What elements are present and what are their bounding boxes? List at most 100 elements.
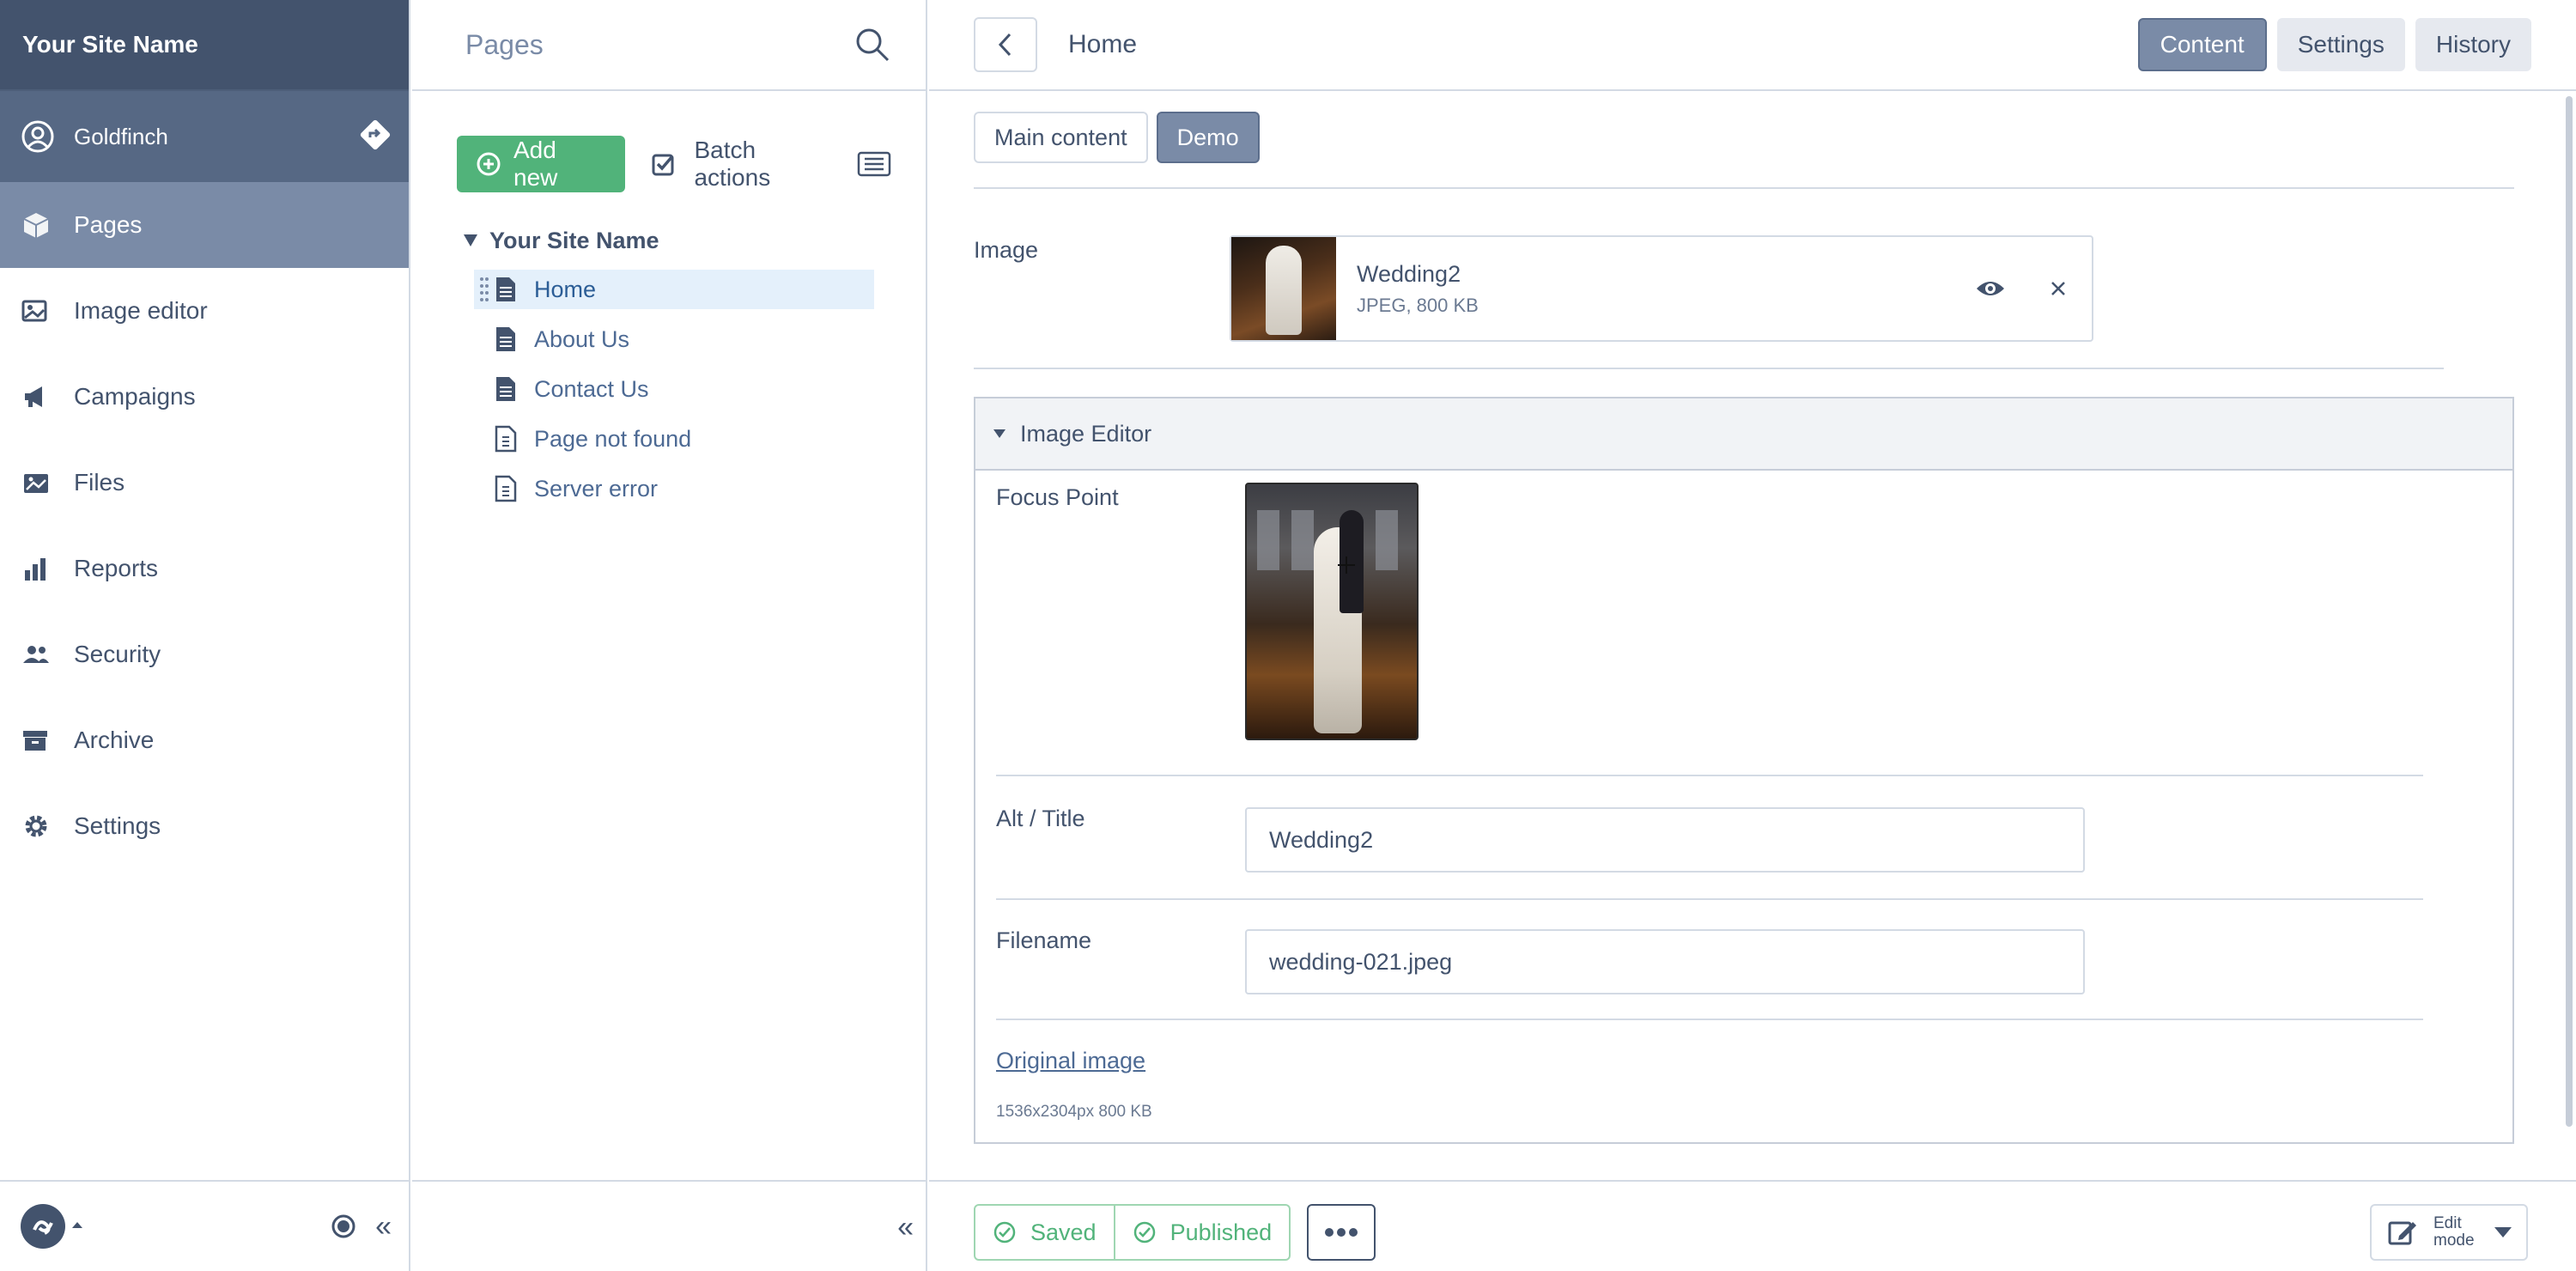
menu-item-archive[interactable]: Archive bbox=[0, 697, 409, 783]
tree-node-label: Server error bbox=[534, 475, 659, 502]
files-icon bbox=[21, 467, 52, 498]
published-button[interactable]: Published bbox=[1115, 1204, 1291, 1261]
tree-header: Pages bbox=[412, 0, 926, 91]
image-icon bbox=[21, 295, 52, 326]
profile-bar[interactable]: Goldfinch bbox=[0, 89, 409, 182]
crosshair-icon[interactable] bbox=[1338, 556, 1355, 574]
tree-node-label: About Us bbox=[534, 325, 630, 352]
caret-down-icon bbox=[993, 429, 1006, 439]
list-view-icon[interactable] bbox=[857, 151, 891, 177]
site-tree-panel: Pages Add new Batch actions Your Site Na… bbox=[412, 0, 927, 1271]
divider bbox=[996, 1019, 2423, 1020]
directions-icon[interactable] bbox=[359, 119, 392, 151]
users-icon bbox=[21, 639, 52, 670]
chevron-left-icon bbox=[997, 32, 1014, 58]
back-button[interactable] bbox=[974, 17, 1037, 72]
tree-node-server-error[interactable]: Server error bbox=[462, 469, 874, 508]
tree-node-page-not-found[interactable]: Page not found bbox=[462, 419, 874, 459]
filename-input[interactable]: wedding-021.jpeg bbox=[1245, 929, 2085, 994]
saved-button[interactable]: Saved bbox=[974, 1204, 1115, 1261]
alt-title-input[interactable]: Wedding2 bbox=[1245, 807, 2085, 873]
menu-item-label: Campaigns bbox=[74, 383, 196, 410]
tab-settings[interactable]: Settings bbox=[2276, 18, 2405, 71]
menu-item-image-editor[interactable]: Image editor bbox=[0, 268, 409, 354]
menu-footer: « bbox=[0, 1180, 409, 1271]
batch-actions-button[interactable]: Batch actions bbox=[651, 137, 891, 192]
more-options-button[interactable] bbox=[1307, 1204, 1376, 1261]
check-circle-icon bbox=[993, 1220, 1017, 1244]
tree-node-contact-us[interactable]: Contact Us bbox=[462, 369, 874, 409]
menu-item-label: Security bbox=[74, 641, 161, 667]
tree-root[interactable]: Your Site Name bbox=[462, 222, 874, 259]
app-logo-icon[interactable] bbox=[19, 1202, 88, 1250]
page-tree: Your Site Name Home About Us Contact Us bbox=[462, 222, 874, 508]
edit-mode-label: Edit mode bbox=[2433, 1214, 2475, 1250]
focus-point-image[interactable] bbox=[1245, 483, 1419, 740]
caret-down-icon bbox=[2494, 1226, 2512, 1238]
pages-icon bbox=[21, 210, 52, 240]
menu-item-label: Settings bbox=[74, 812, 161, 839]
tab-history[interactable]: History bbox=[2415, 18, 2531, 71]
image-thumbnail[interactable] bbox=[1231, 237, 1336, 340]
plus-circle-icon bbox=[476, 151, 501, 177]
search-icon[interactable] bbox=[854, 26, 891, 64]
document-icon bbox=[495, 276, 517, 303]
user-icon bbox=[21, 119, 55, 154]
tree-node-about-us[interactable]: About Us bbox=[462, 319, 874, 359]
menu-item-reports[interactable]: Reports bbox=[0, 526, 409, 611]
published-label: Published bbox=[1170, 1219, 1273, 1245]
drag-handle-icon[interactable] bbox=[479, 277, 489, 302]
subtab-demo[interactable]: Demo bbox=[1156, 112, 1260, 163]
menu-item-files[interactable]: Files bbox=[0, 440, 409, 526]
site-name-header[interactable]: Your Site Name bbox=[0, 0, 409, 89]
edit-mode-button[interactable]: Edit mode bbox=[2370, 1204, 2528, 1261]
image-editor-title: Image Editor bbox=[1020, 420, 1152, 447]
menu-item-pages[interactable]: Pages bbox=[0, 182, 409, 268]
original-image-link[interactable]: Original image bbox=[996, 1048, 1145, 1074]
tree-toolbar: Add new Batch actions bbox=[457, 136, 891, 192]
chart-icon bbox=[21, 553, 52, 584]
add-new-button[interactable]: Add new bbox=[457, 136, 626, 192]
eye-icon[interactable] bbox=[1975, 278, 2006, 299]
tree-node-home[interactable]: Home bbox=[474, 270, 874, 309]
tab-content[interactable]: Content bbox=[2137, 18, 2267, 71]
menu-item-settings[interactable]: Settings bbox=[0, 783, 409, 869]
divider bbox=[974, 368, 2444, 369]
tree-title: Pages bbox=[465, 28, 544, 60]
divider bbox=[974, 187, 2514, 189]
site-name: Your Site Name bbox=[22, 31, 198, 58]
saved-label: Saved bbox=[1030, 1219, 1097, 1245]
document-icon bbox=[495, 375, 517, 403]
page-title: Home bbox=[1068, 30, 1138, 58]
caret-down-icon[interactable] bbox=[462, 232, 479, 249]
checkbox-icon bbox=[651, 151, 677, 177]
tree-node-label: Contact Us bbox=[534, 375, 649, 402]
scrollbar[interactable] bbox=[2566, 96, 2573, 1127]
archive-icon bbox=[21, 725, 52, 756]
image-editor-header[interactable]: Image Editor bbox=[975, 398, 2512, 471]
check-circle-icon bbox=[1133, 1220, 1157, 1244]
menu-item-label: Pages bbox=[74, 211, 143, 238]
content-subtabs: Main content Demo bbox=[974, 112, 1260, 163]
main-menu: Your Site Name Goldfinch Pages Image edi… bbox=[0, 0, 410, 1271]
add-new-label: Add new bbox=[513, 137, 558, 191]
close-icon[interactable] bbox=[2050, 281, 2066, 296]
ellipsis-icon bbox=[1324, 1227, 1358, 1238]
subtab-main-content[interactable]: Main content bbox=[974, 112, 1148, 163]
tree-root-label: Your Site Name bbox=[489, 227, 659, 253]
content-editor: Home Content Settings History Main conte… bbox=[929, 0, 2576, 1271]
status-group: Saved Published bbox=[974, 1204, 1291, 1261]
collapse-tree-button[interactable]: « bbox=[897, 1211, 914, 1244]
tree-node-label: Page not found bbox=[534, 425, 692, 452]
image-name: Wedding2 bbox=[1357, 260, 1461, 287]
menu-item-security[interactable]: Security bbox=[0, 611, 409, 697]
menu-item-campaigns[interactable]: Campaigns bbox=[0, 354, 409, 440]
error-page-icon bbox=[495, 475, 517, 502]
menu-item-label: Archive bbox=[74, 727, 155, 753]
filename-label: Filename bbox=[996, 927, 1092, 953]
focus-point-label: Focus Point bbox=[996, 484, 1119, 510]
image-card[interactable]: Wedding2 JPEG, 800 KB bbox=[1230, 235, 2093, 342]
collapse-menu-button[interactable]: « bbox=[375, 1210, 392, 1244]
record-icon[interactable] bbox=[331, 1213, 356, 1239]
menu-item-label: Reports bbox=[74, 555, 159, 581]
